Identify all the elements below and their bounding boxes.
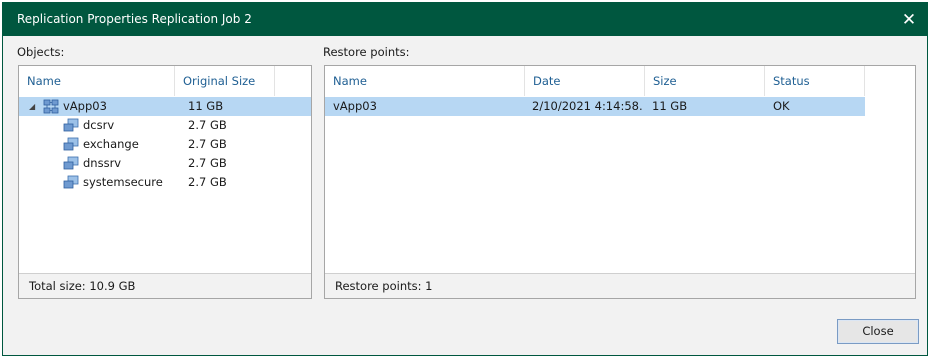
tree-item-size: 2.7 GB (188, 118, 227, 132)
column-header-date[interactable]: Date (525, 66, 645, 96)
tree-item-size: 2.7 GB (188, 175, 227, 189)
tree-item-size: 11 GB (188, 99, 224, 113)
vm-icon (63, 156, 79, 170)
column-header-name[interactable]: Name (19, 66, 175, 96)
restore-point-date: 2/10/2021 4:14:58... (532, 99, 642, 113)
restore-point-name: vApp03 (333, 99, 377, 113)
restore-points-panel: Name Date Size Status vApp03 2/10/2021 4… (324, 65, 916, 299)
objects-label: Objects: (17, 45, 65, 59)
objects-panel: Name Original Size ◢ vApp03 11 GB dcsrv … (18, 65, 312, 299)
objects-footer: Total size: 10.9 GB (19, 273, 311, 298)
close-icon[interactable]: ✕ (897, 8, 921, 32)
collapse-arrow-icon[interactable]: ◢ (29, 97, 39, 116)
restore-point-status: OK (773, 99, 790, 113)
restore-points-footer: Restore points: 1 (325, 273, 915, 298)
column-header-name[interactable]: Name (325, 66, 525, 96)
tree-row-vm[interactable]: dcsrv 2.7 GB (19, 116, 311, 135)
column-header-size[interactable]: Size (645, 66, 765, 96)
close-button[interactable]: Close (837, 319, 919, 344)
vm-icon (63, 137, 79, 151)
vm-icon (63, 175, 79, 189)
restore-point-row[interactable]: vApp03 2/10/2021 4:14:58... 11 GB OK (325, 97, 865, 116)
tree-item-label: exchange (83, 137, 139, 151)
restore-points-label: Restore points: (323, 45, 410, 59)
vapp-icon (43, 99, 59, 114)
tree-item-size: 2.7 GB (188, 156, 227, 170)
restore-point-size: 11 GB (652, 99, 688, 113)
tree-item-label: vApp03 (63, 99, 107, 113)
tree-row-vapp[interactable]: ◢ vApp03 11 GB (19, 97, 311, 116)
tree-row-vm[interactable]: exchange 2.7 GB (19, 135, 311, 154)
column-header-status[interactable]: Status (765, 66, 865, 96)
tree-item-label: dnssrv (83, 156, 122, 170)
dialog-window: Replication Properties Replication Job 2… (2, 2, 928, 356)
vm-icon (63, 118, 79, 132)
title-bar: Replication Properties Replication Job 2… (3, 3, 927, 36)
tree-item-label: systemsecure (83, 175, 163, 189)
tree-item-size: 2.7 GB (188, 137, 227, 151)
tree-item-label: dcsrv (83, 118, 115, 132)
column-header-original-size[interactable]: Original Size (175, 66, 275, 96)
tree-row-vm[interactable]: systemsecure 2.7 GB (19, 173, 311, 192)
tree-row-vm[interactable]: dnssrv 2.7 GB (19, 154, 311, 173)
window-title: Replication Properties Replication Job 2 (17, 12, 252, 26)
